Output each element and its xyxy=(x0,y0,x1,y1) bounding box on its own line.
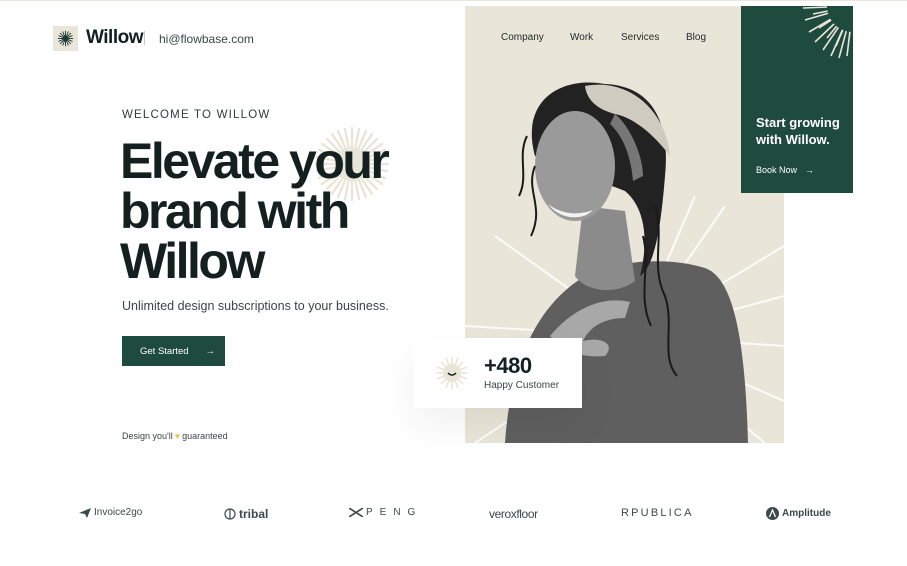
sunburst-corner-icon xyxy=(802,6,853,59)
contact-email-link[interactable]: hi@flowbase.com xyxy=(159,32,254,46)
logo-invoice2go-text: Invoice2go xyxy=(94,507,143,518)
logo-tribal: tribal xyxy=(224,507,268,521)
arrow-right-icon: → xyxy=(205,345,216,357)
book-now-label: Book Now xyxy=(756,165,798,175)
peng-x-icon xyxy=(349,508,363,517)
nav-item-services[interactable]: Services xyxy=(621,32,659,43)
logo-rpublica: RPUBLICA xyxy=(621,507,694,519)
logo-amplitude: Amplitude xyxy=(766,507,831,520)
nav-item-company[interactable]: Company xyxy=(501,32,544,43)
logo-amplitude-text: Amplitude xyxy=(782,508,831,519)
client-logos: Invoice2go tribal PENG veroxfloor RPUBLI… xyxy=(0,502,907,526)
yellow-heart-icon: ♥ xyxy=(174,431,181,441)
headline-line-1: Elevate your xyxy=(120,133,390,189)
hero-headline: Elevate your brand with Willow xyxy=(120,136,420,286)
headline-line-2: brand with xyxy=(120,183,350,239)
logo-rpublica-text: RPUBLICA xyxy=(621,507,694,519)
burst-logo-icon xyxy=(57,30,74,47)
logo-invoice2go: Invoice2go xyxy=(79,507,142,518)
smile-burst-icon xyxy=(436,357,468,389)
happy-customer-card: +480 Happy Customer xyxy=(414,338,582,408)
stat-value: +480 xyxy=(484,353,532,378)
stat-label: Happy Customer xyxy=(484,380,560,391)
logo-peng: PENG xyxy=(349,507,422,518)
hero-subtitle: Unlimited design subscriptions to your b… xyxy=(122,299,389,313)
paper-plane-icon xyxy=(79,507,91,518)
get-started-button[interactable]: Get Started → xyxy=(122,336,225,366)
logo-veroxfloor: veroxfloor xyxy=(489,507,538,521)
top-border xyxy=(0,0,907,1)
cta-title: Start growing with Willow. xyxy=(756,115,840,147)
book-now-link[interactable]: Book Now → xyxy=(756,165,814,175)
logo-icon[interactable] xyxy=(53,26,78,51)
guarantee-before: Design you'll xyxy=(122,431,173,441)
tribal-leaf-icon xyxy=(224,508,236,520)
header-divider xyxy=(144,31,145,45)
get-started-label: Get Started xyxy=(140,345,189,357)
logo-peng-text: PENG xyxy=(366,507,423,518)
amplitude-a-icon xyxy=(766,507,779,520)
logo-veroxfloor-text: veroxfloor xyxy=(489,507,538,521)
headline-line-3: Willow xyxy=(120,233,265,289)
guarantee-text: Design you'll ♥ guaranteed xyxy=(122,431,228,441)
logo-tribal-text: tribal xyxy=(239,507,269,521)
arrow-right-icon: → xyxy=(805,165,815,175)
cta-card: Start growing with Willow. Book Now → xyxy=(741,6,853,193)
guarantee-after: guaranteed xyxy=(182,431,228,441)
eyebrow-text: WELCOME TO WILLOW xyxy=(122,109,271,121)
brand-name[interactable]: Willow xyxy=(86,27,144,49)
nav-item-work[interactable]: Work xyxy=(570,32,593,43)
nav-item-blog[interactable]: Blog xyxy=(686,32,706,43)
